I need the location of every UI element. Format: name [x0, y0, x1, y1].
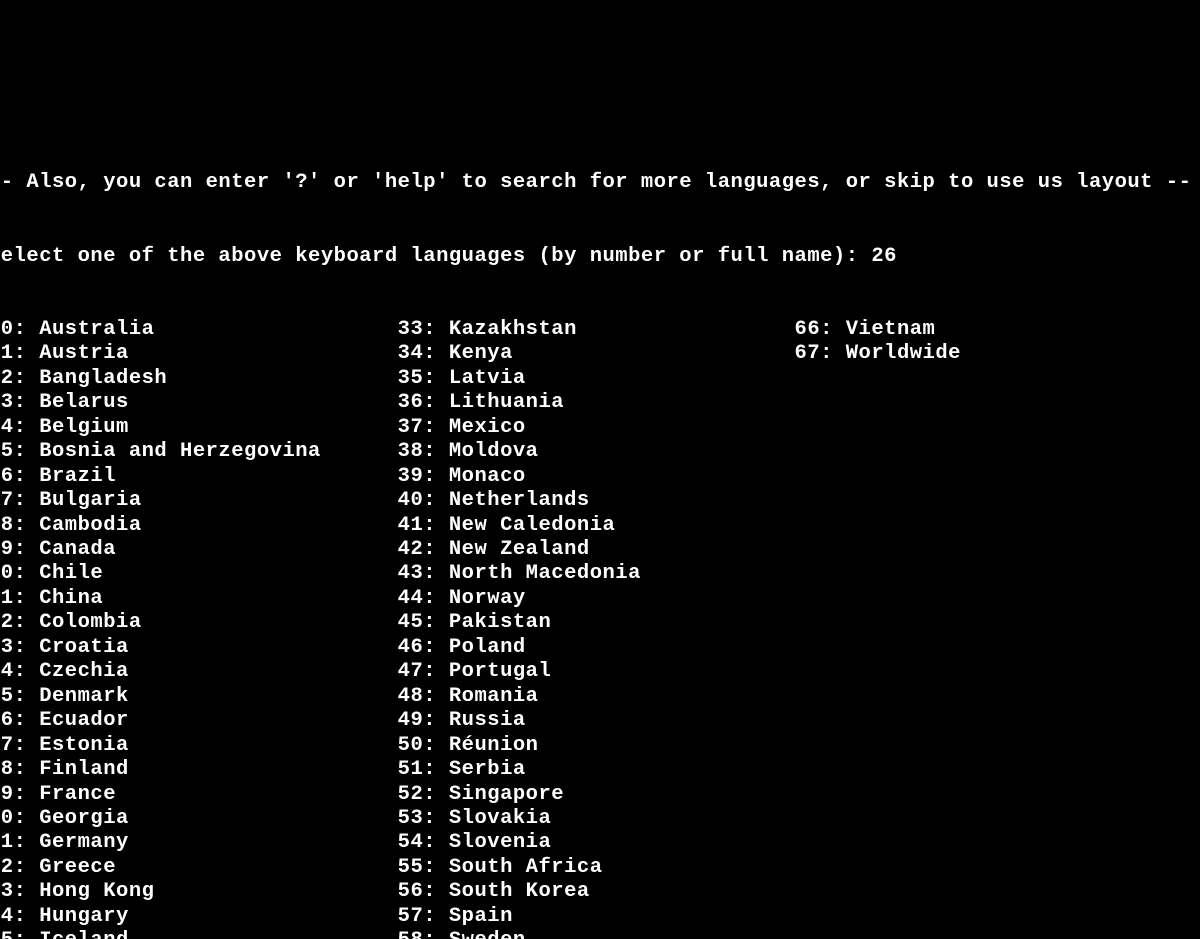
region-list-row: 11: China 44: Norway: [0, 587, 1200, 611]
keyboard-language-entered-value: 26: [871, 245, 897, 268]
keyboard-language-prompt-text: Select one of the above keyboard languag…: [0, 245, 871, 268]
region-list-row: 1: Austria 34: Kenya 67: Worldwide: [0, 342, 1200, 366]
region-list-row: 5: Bosnia and Herzegovina 38: Moldova: [0, 440, 1200, 464]
region-list-row: 2: Bangladesh 35: Latvia: [0, 367, 1200, 391]
region-list-row: 7: Bulgaria 40: Netherlands: [0, 489, 1200, 513]
region-list-row: 21: Germany 54: Slovenia: [0, 831, 1200, 855]
region-list-row: 16: Ecuador 49: Russia: [0, 709, 1200, 733]
region-list-row: 0: Australia 33: Kazakhstan 66: Vietnam: [0, 318, 1200, 342]
region-options-list: 0: Australia 33: Kazakhstan 66: Vietnam …: [0, 318, 1200, 939]
region-list-row: 10: Chile 43: North Macedonia: [0, 562, 1200, 586]
region-list-row: 8: Cambodia 41: New Caledonia: [0, 514, 1200, 538]
region-list-row: 17: Estonia 50: Réunion: [0, 734, 1200, 758]
region-list-row: 18: Finland 51: Serbia: [0, 758, 1200, 782]
terminal-screen[interactable]: -- Also, you can enter '?' or 'help' to …: [0, 122, 1200, 939]
region-list-row: 15: Denmark 48: Romania: [0, 685, 1200, 709]
region-list-row: 22: Greece 55: South Africa: [0, 856, 1200, 880]
region-list-row: 12: Colombia 45: Pakistan: [0, 611, 1200, 635]
region-list-row: 19: France 52: Singapore: [0, 783, 1200, 807]
keyboard-language-prompt-line: Select one of the above keyboard languag…: [0, 245, 1200, 269]
region-list-row: 13: Croatia 46: Poland: [0, 636, 1200, 660]
region-list-row: 9: Canada 42: New Zealand: [0, 538, 1200, 562]
region-list-row: 4: Belgium 37: Mexico: [0, 416, 1200, 440]
region-list-row: 20: Georgia 53: Slovakia: [0, 807, 1200, 831]
region-list-row: 23: Hong Kong 56: South Korea: [0, 880, 1200, 904]
region-list-row: 24: Hungary 57: Spain: [0, 905, 1200, 929]
region-list-row: 3: Belarus 36: Lithuania: [0, 391, 1200, 415]
help-header-line: -- Also, you can enter '?' or 'help' to …: [0, 171, 1200, 195]
region-list-row: 14: Czechia 47: Portugal: [0, 660, 1200, 684]
region-list-row: 6: Brazil 39: Monaco: [0, 465, 1200, 489]
region-list-row: 25: Iceland 58: Sweden: [0, 929, 1200, 939]
